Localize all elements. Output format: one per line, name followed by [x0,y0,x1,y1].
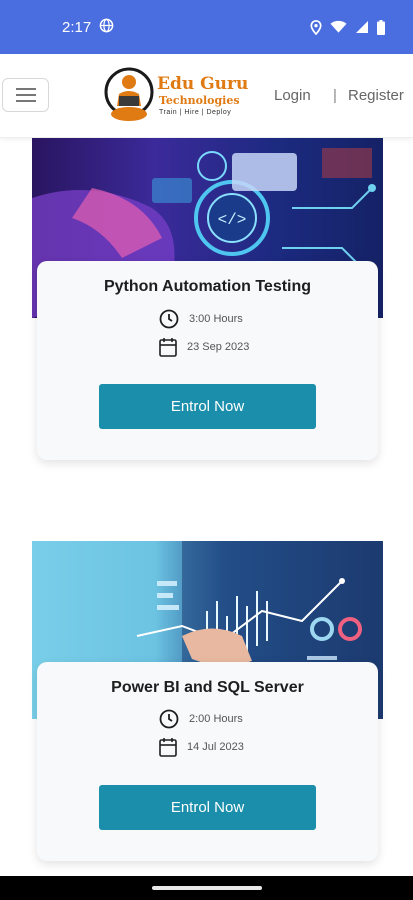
svg-text:</>: </> [218,211,247,229]
app-header: Edu Guru Technologies Train | Hire | Dep… [0,54,413,138]
logo-line-2: Technologies [159,94,240,107]
clock-icon [159,709,179,729]
system-nav-bar [0,876,413,900]
course-title: Power BI and SQL Server [111,679,304,696]
meditating-guru-icon [104,67,154,121]
location-icon [310,19,322,35]
register-link[interactable]: Register [348,87,404,104]
calendar-icon [159,737,177,757]
signal-icon [355,20,369,34]
home-indicator[interactable] [152,886,262,890]
logo-tagline: Train | Hire | Deploy [159,109,232,116]
course-date: 23 Sep 2023 [187,341,250,353]
date-row: 23 Sep 2023 [159,337,249,357]
enrol-now-button[interactable]: Entrol Now [99,384,316,429]
course-date: 14 Jul 2023 [187,741,244,753]
menu-line [15,88,36,90]
status-bar: 2:17 [0,0,413,54]
course-title: Python Automation Testing [103,278,312,295]
status-time: 2:17 [62,18,92,36]
battery-icon [377,19,385,35]
clock-icon [159,309,179,329]
edu-guru-logo[interactable]: Edu Guru Technologies Train | Hire | Dep… [103,64,248,126]
course-duration: 2:00 Hours [189,713,243,725]
globe-icon [99,18,114,37]
logo-line-1: Edu Guru [157,74,249,94]
menu-line [15,94,36,96]
hamburger-menu-button[interactable] [2,78,49,112]
wifi-icon [330,20,347,34]
menu-line [15,100,36,102]
course-card-python: Python Automation Testing 3:00 Hours 23 … [37,261,378,460]
date-row: 14 Jul 2023 [159,737,244,757]
course-duration: 3:00 Hours [189,313,243,325]
status-left: 2:17 [62,18,114,37]
nav-separator: | [333,87,337,104]
duration-row: 3:00 Hours [159,309,243,329]
status-right [310,19,385,35]
enrol-now-button[interactable]: Entrol Now [99,785,316,830]
duration-row: 2:00 Hours [159,709,243,729]
course-card-powerbi: Power BI and SQL Server 2:00 Hours 14 Ju… [37,662,378,861]
login-link[interactable]: Login [274,87,311,104]
calendar-icon [159,337,177,357]
